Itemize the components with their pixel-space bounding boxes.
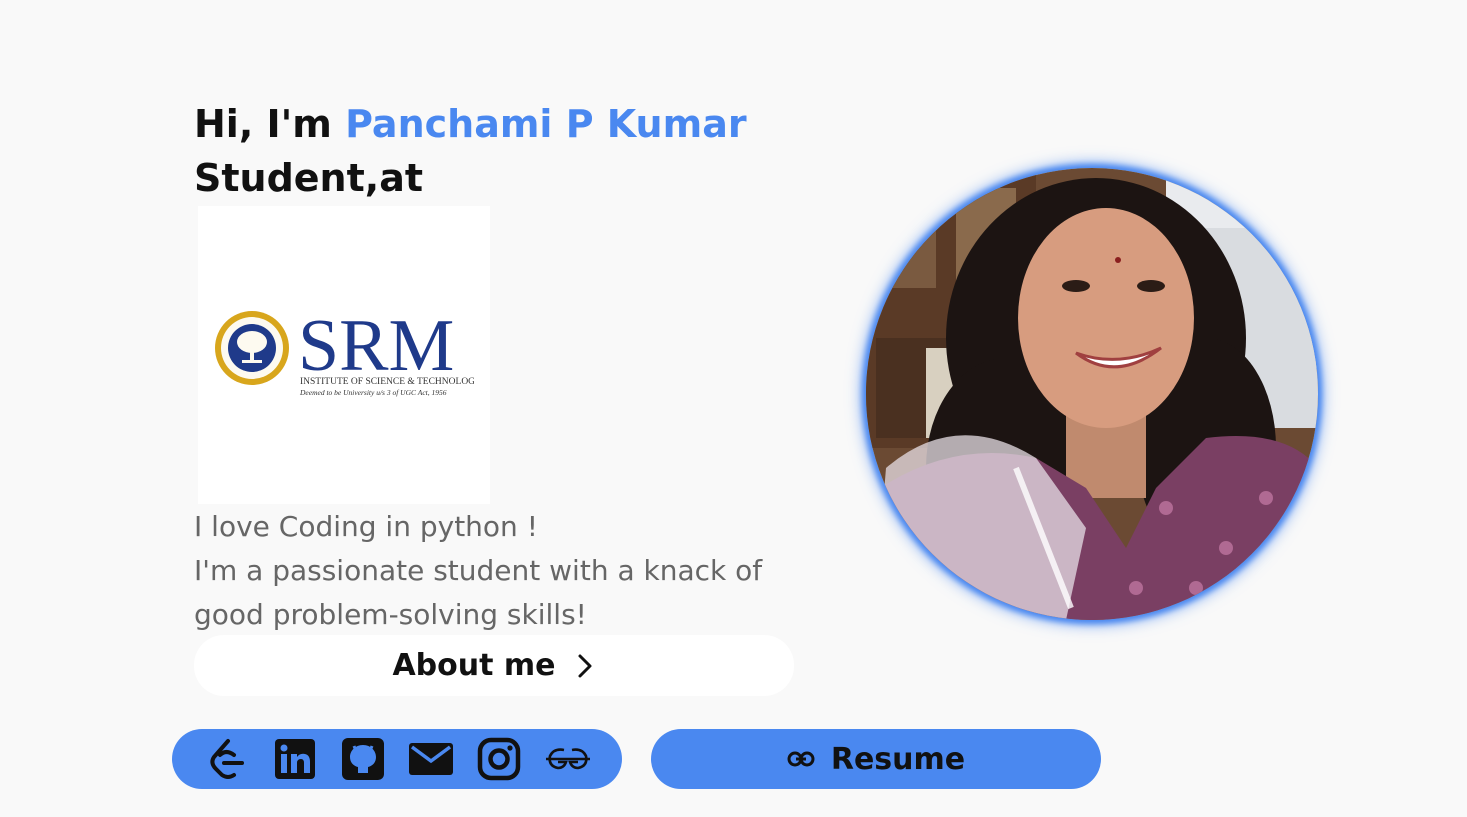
logo-line1: INSTITUTE OF SCIENCE & TECHNOLOGY — [300, 377, 474, 387]
profile-photo — [866, 168, 1318, 620]
link-icon — [787, 751, 815, 767]
chevron-right-icon — [578, 654, 592, 677]
about-me-label: About me — [392, 648, 556, 683]
bio-line-3: good problem-solving skills! — [194, 598, 587, 631]
instagram-icon[interactable] — [475, 735, 523, 783]
linkedin-icon[interactable] — [271, 735, 319, 783]
logo-wordmark: SRM — [298, 306, 454, 387]
role-text: Student,at — [194, 156, 424, 200]
about-me-button[interactable]: About me — [194, 635, 794, 696]
social-links-bar — [172, 729, 622, 789]
greeting-heading: Hi, I'm Panchami P Kumar — [194, 100, 747, 148]
greeting-prefix: Hi, I'm — [194, 102, 346, 146]
bio-text: I love Coding in python ! I'm a passiona… — [194, 505, 794, 637]
profile-name: Panchami P Kumar — [345, 102, 747, 146]
github-icon[interactable] — [339, 735, 387, 783]
leetcode-icon[interactable] — [202, 735, 250, 783]
institution-logo: SRM INSTITUTE OF SCIENCE & TECHNOLOGY De… — [198, 206, 490, 504]
mail-icon[interactable] — [407, 735, 455, 783]
resume-label: Resume — [830, 741, 966, 777]
geeksforgeeks-icon[interactable] — [544, 735, 592, 783]
portfolio-hero: Hi, I'm Panchami P Kumar Student,at SRM … — [0, 0, 1467, 817]
resume-button[interactable]: Resume — [651, 729, 1101, 789]
logo-line2: Deemed to be University u/s 3 of UGC Act… — [299, 388, 447, 397]
bio-line-2: I'm a passionate student with a knack of — [194, 554, 763, 587]
bio-line-1: I love Coding in python ! — [194, 510, 538, 543]
srm-logo-icon: SRM INSTITUTE OF SCIENCE & TECHNOLOGY De… — [215, 306, 474, 397]
